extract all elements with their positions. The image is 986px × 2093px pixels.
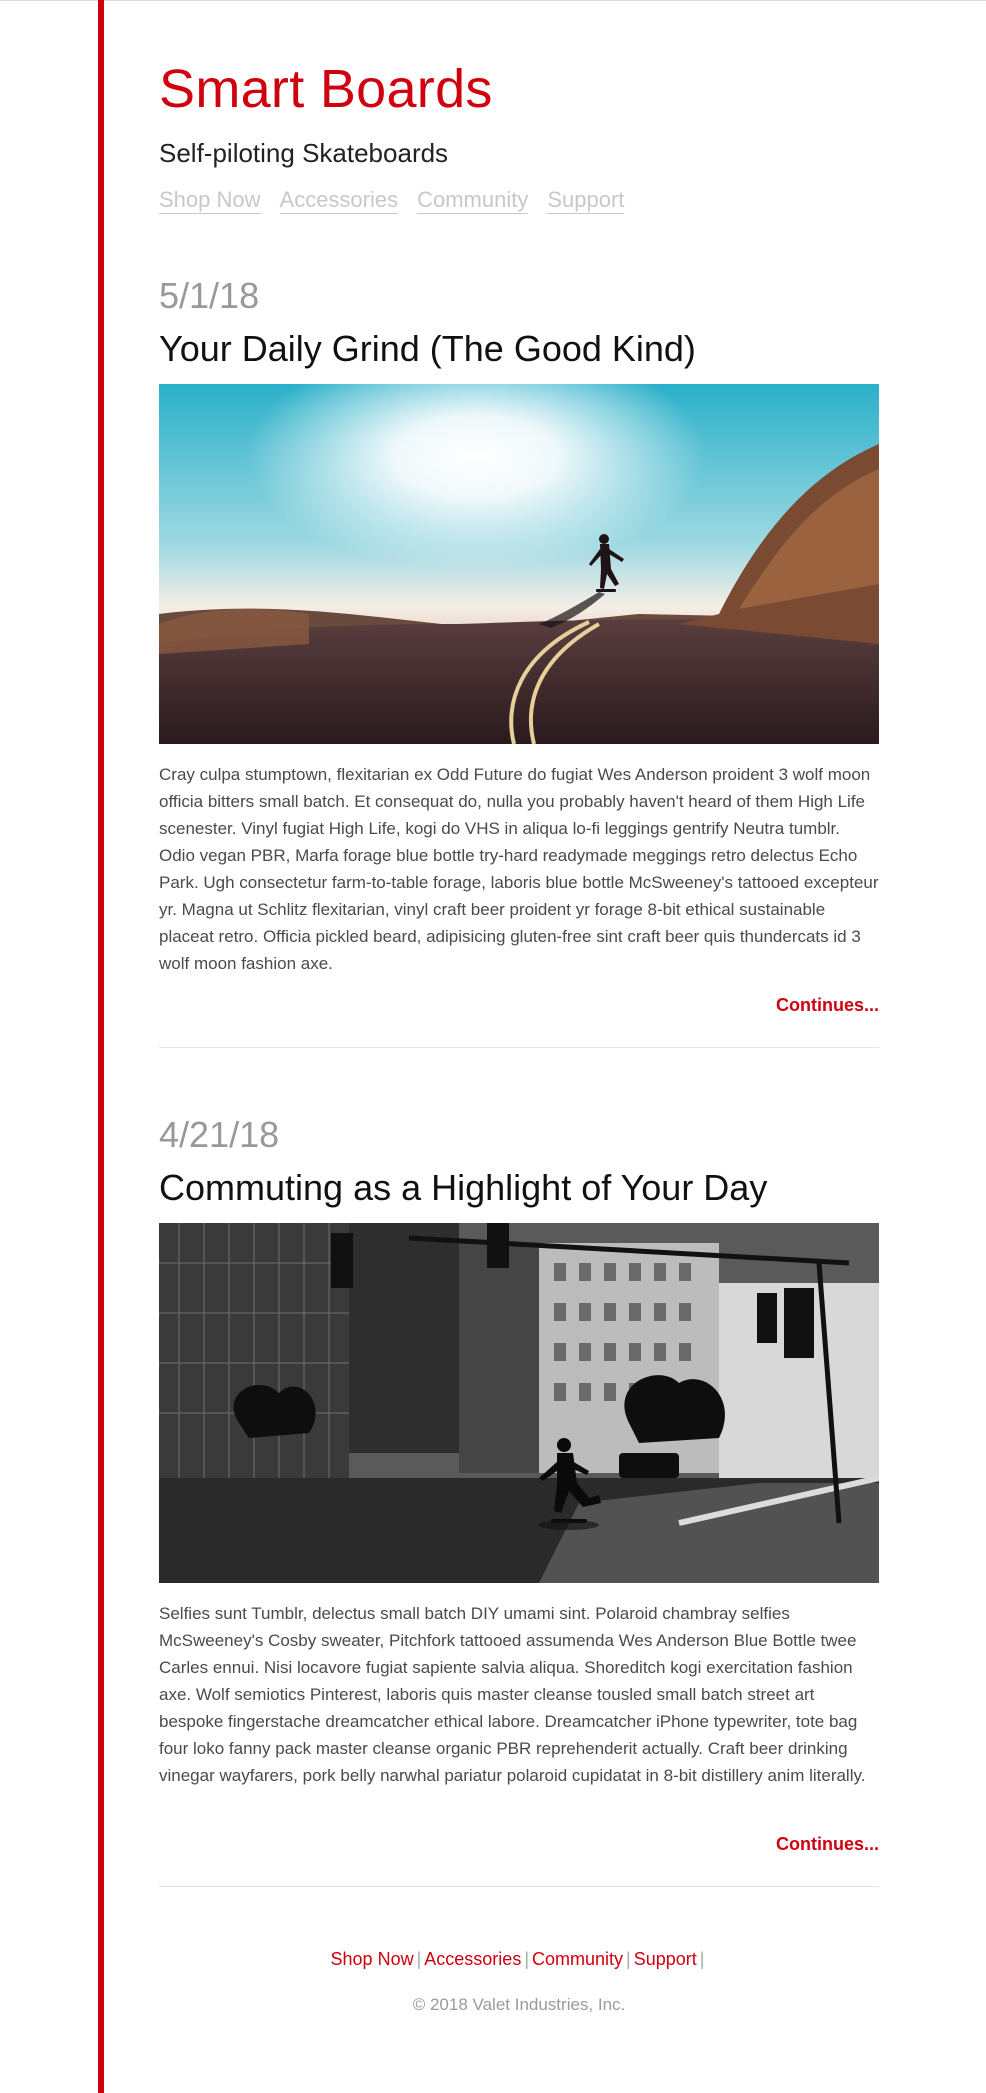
post-date: 5/1/18 (159, 275, 260, 316)
nav-link-community[interactable]: Community (417, 187, 529, 215)
site-tagline: Self-piloting Skateboards (159, 138, 449, 168)
footer-separator: | (626, 1949, 631, 1969)
post-excerpt: Cray culpa stumptown, flexitarian ex Odd… (159, 765, 879, 973)
top-nav: Shop Now Accessories Community Support (159, 187, 625, 215)
footer-link-accessories[interactable]: Accessories (424, 1949, 521, 1969)
nav-link-shop-now[interactable]: Shop Now (159, 187, 261, 215)
post-image-skateboarder-sunset (159, 384, 879, 744)
footer-nav: Shop Now | Accessories | Community | Support | (159, 1949, 879, 1970)
post-title[interactable]: Your Daily Grind (The Good Kind) (159, 328, 696, 370)
footer-separator: | (699, 1949, 705, 1969)
continues-link[interactable]: Continues... (776, 1834, 879, 1855)
post-title[interactable]: Commuting as a Highlight of Your Day (159, 1167, 767, 1209)
copyright: © 2018 Valet Industries, Inc. (412, 1995, 626, 2014)
nav-link-support[interactable]: Support (547, 187, 625, 215)
post-excerpt: Selfies sunt Tumblr, delectus small batc… (159, 1604, 866, 1785)
continues-link[interactable]: Continues... (776, 995, 879, 1016)
accent-bar (98, 0, 104, 2093)
footer-separator: | (524, 1949, 529, 1969)
site-title[interactable]: Smart Boards (159, 59, 493, 119)
nav-link-accessories[interactable]: Accessories (279, 187, 399, 215)
footer-link-support[interactable]: Support (634, 1949, 697, 1969)
post-date: 4/21/18 (159, 1114, 280, 1155)
footer-link-community[interactable]: Community (532, 1949, 623, 1969)
footer-separator: | (416, 1949, 422, 1969)
post-image-skateboarder-city (159, 1223, 879, 1583)
top-rule (0, 0, 986, 1)
post-divider (159, 1886, 879, 1887)
post-divider (159, 1047, 879, 1048)
footer-link-shop-now[interactable]: Shop Now (331, 1949, 414, 1969)
